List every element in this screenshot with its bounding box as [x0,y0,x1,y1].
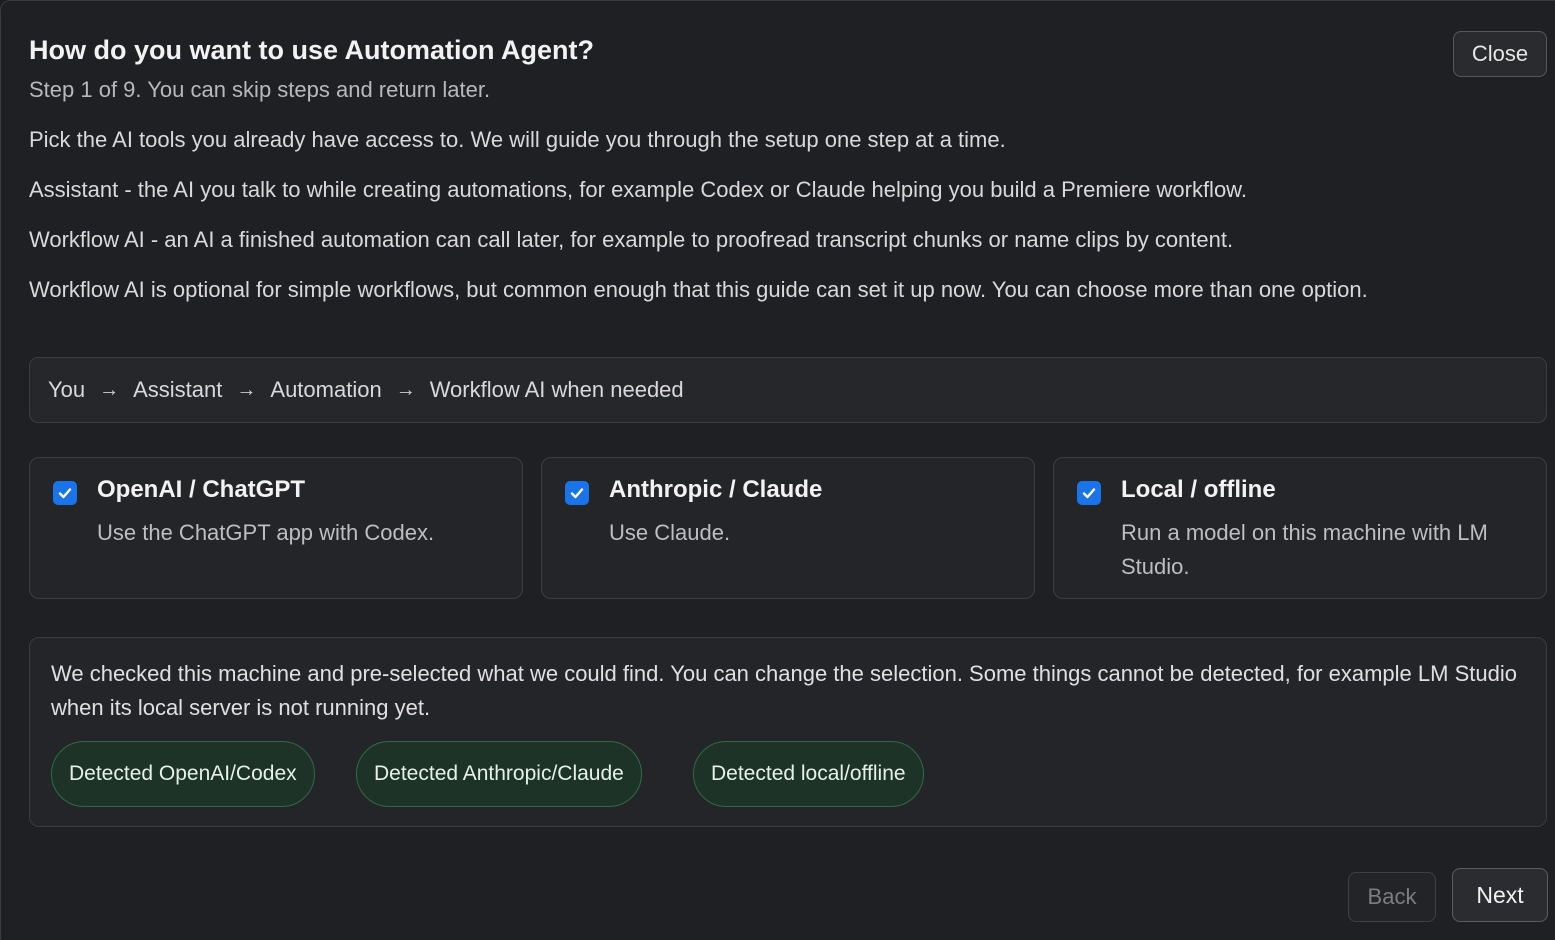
option-title-anthropic: Anthropic / Claude [609,476,823,503]
option-card-local[interactable]: Local / offline Run a model on this mach… [1053,457,1547,599]
option-card-anthropic[interactable]: Anthropic / Claude Use Claude. [541,457,1035,599]
detection-text: We checked this machine and pre-selected… [51,661,1517,720]
option-description-openai: Use the ChatGPT app with Codex. [97,520,435,545]
option-title-openai: OpenAI / ChatGPT [97,476,306,503]
flow-step-you: You [48,377,86,402]
arrow-right-icon: → [99,378,120,401]
checkbox-anthropic[interactable] [565,481,589,505]
option-description-local: Run a model on this machine with LM Stud… [1121,520,1488,579]
intro-paragraph-3: Workflow AI - an AI a finished automatio… [29,227,1234,252]
checkmark-icon [58,488,72,499]
detected-badge-anthropic: Detected Anthropic/Claude [356,741,642,807]
checkmark-icon [1082,488,1096,499]
flow-step-workflow-ai: Workflow AI when needed [429,377,684,402]
flow-step-automation: Automation [270,377,382,402]
intro-paragraph-2: Assistant - the AI you talk to while cre… [29,177,1247,202]
option-description-anthropic: Use Claude. [609,520,731,545]
arrow-right-icon: → [395,378,416,401]
back-button[interactable]: Back [1348,872,1436,922]
checkbox-openai[interactable] [53,481,77,505]
flow-step-assistant: Assistant [133,377,223,402]
next-button[interactable]: Next [1452,868,1548,922]
checkbox-local[interactable] [1077,481,1101,505]
intro-paragraph-1: Pick the AI tools you already have acces… [29,127,1006,152]
dialog-subtitle: Step 1 of 9. You can skip steps and retu… [29,77,491,102]
option-card-openai[interactable]: OpenAI / ChatGPT Use the ChatGPT app wit… [29,457,523,599]
setup-dialog: How do you want to use Automation Agent?… [0,0,1555,940]
detected-badge-openai: Detected OpenAI/Codex [51,741,315,807]
option-title-local: Local / offline [1121,476,1276,503]
arrow-right-icon: → [236,378,257,401]
detected-badge-local: Detected local/offline [693,741,924,807]
flow-diagram: You → Assistant → Automation → Workflow … [29,357,1547,423]
dialog-title: How do you want to use Automation Agent? [29,35,594,65]
intro-paragraph-4: Workflow AI is optional for simple workf… [29,277,1368,302]
detection-panel: We checked this machine and pre-selected… [29,637,1547,827]
close-button[interactable]: Close [1453,31,1547,77]
checkmark-icon [570,488,584,499]
